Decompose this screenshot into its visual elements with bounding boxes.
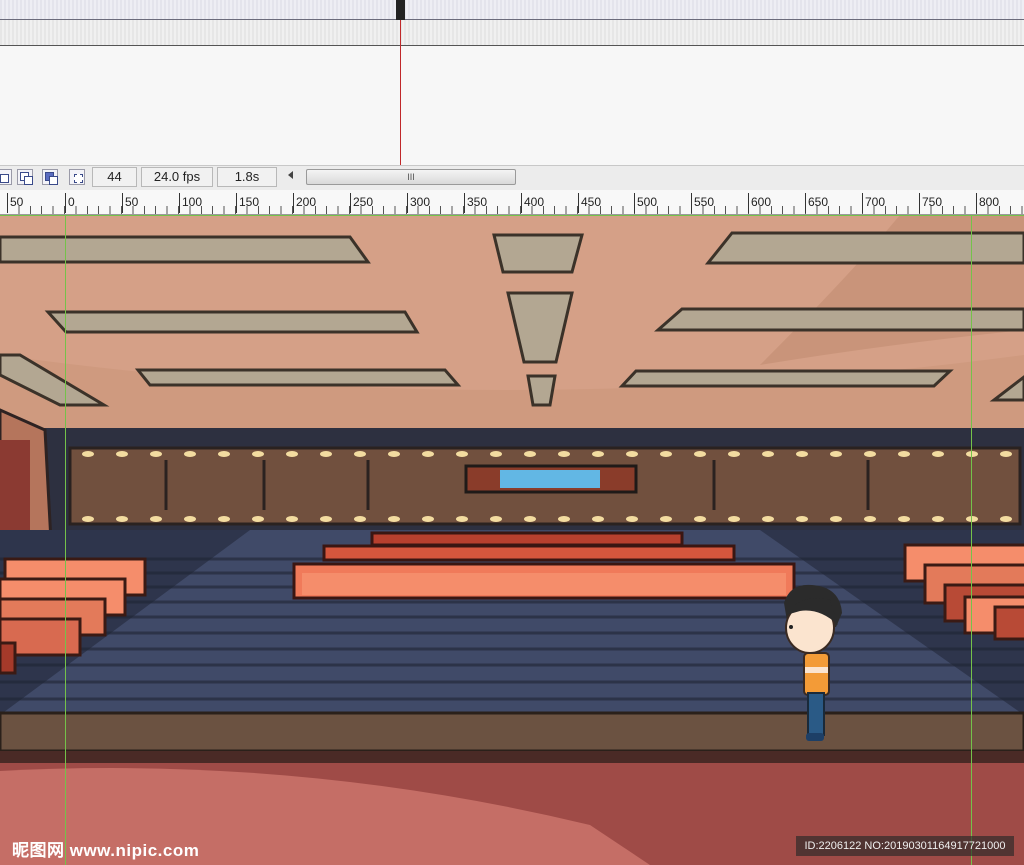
ruler-label: 0 [65, 193, 75, 213]
ruler-label: 350 [463, 193, 488, 213]
vertical-guide-left[interactable] [65, 215, 66, 865]
timeline-frame-track[interactable] [0, 20, 1024, 46]
ruler-label: 400 [520, 193, 545, 213]
timeline-layer-track[interactable] [0, 0, 1024, 20]
elapsed-time-field: 1.8s [217, 167, 277, 187]
onion-skin-outlines-icon[interactable] [42, 169, 58, 185]
auditorium-scene [0, 215, 1024, 865]
ruler-label: 200 [292, 193, 317, 213]
stage-front-edge [0, 711, 1024, 753]
playhead-handle[interactable] [396, 0, 405, 20]
side-curtain [0, 440, 30, 535]
playhead-line [400, 20, 401, 165]
watermark-image-id: ID:2206122 NO:20190301164917721000 [796, 836, 1014, 856]
ruler-label: 550 [690, 193, 715, 213]
edit-multiple-frames-icon[interactable] [69, 169, 85, 185]
timeline-panel[interactable] [0, 0, 1024, 165]
timeline-statusbar: 44 24.0 fps 1.8s III [0, 165, 1024, 191]
watermark-site: 昵图网 www.nipic.com [12, 841, 200, 860]
ruler-label: 650 [804, 193, 829, 213]
ruler-label: 600 [747, 193, 772, 213]
frame-rate-field[interactable]: 24.0 fps [141, 167, 213, 187]
ruler-label: 750 [918, 193, 943, 213]
horizontal-guide-top[interactable] [0, 215, 1024, 216]
ruler-label: 50 [121, 193, 139, 213]
ruler-label: 300 [406, 193, 431, 213]
scroll-left-arrow-icon[interactable] [288, 171, 293, 179]
ruler-label: 50 [6, 193, 24, 213]
ruler-label: 700 [861, 193, 886, 213]
horizontal-ruler: 50 0 50 100 150 200 250 300 350 400 450 … [0, 190, 1024, 215]
current-frame-field[interactable]: 44 [92, 167, 137, 187]
stage-sign-screen [500, 470, 600, 488]
stage-lip [0, 751, 1024, 765]
ruler-label: 500 [633, 193, 658, 213]
ruler-label: 250 [349, 193, 374, 213]
ruler-label: 150 [235, 193, 260, 213]
podium-front [302, 573, 786, 595]
vertical-guide-right[interactable] [971, 215, 972, 865]
timeline-horizontal-scrollbar[interactable]: III [306, 169, 516, 185]
ruler-label: 100 [178, 193, 203, 213]
center-frame-icon[interactable] [0, 169, 12, 185]
stage-canvas[interactable] [0, 215, 1024, 865]
ruler-label: 800 [975, 193, 1000, 213]
onion-skin-icon[interactable] [17, 169, 33, 185]
ruler-label: 450 [577, 193, 602, 213]
